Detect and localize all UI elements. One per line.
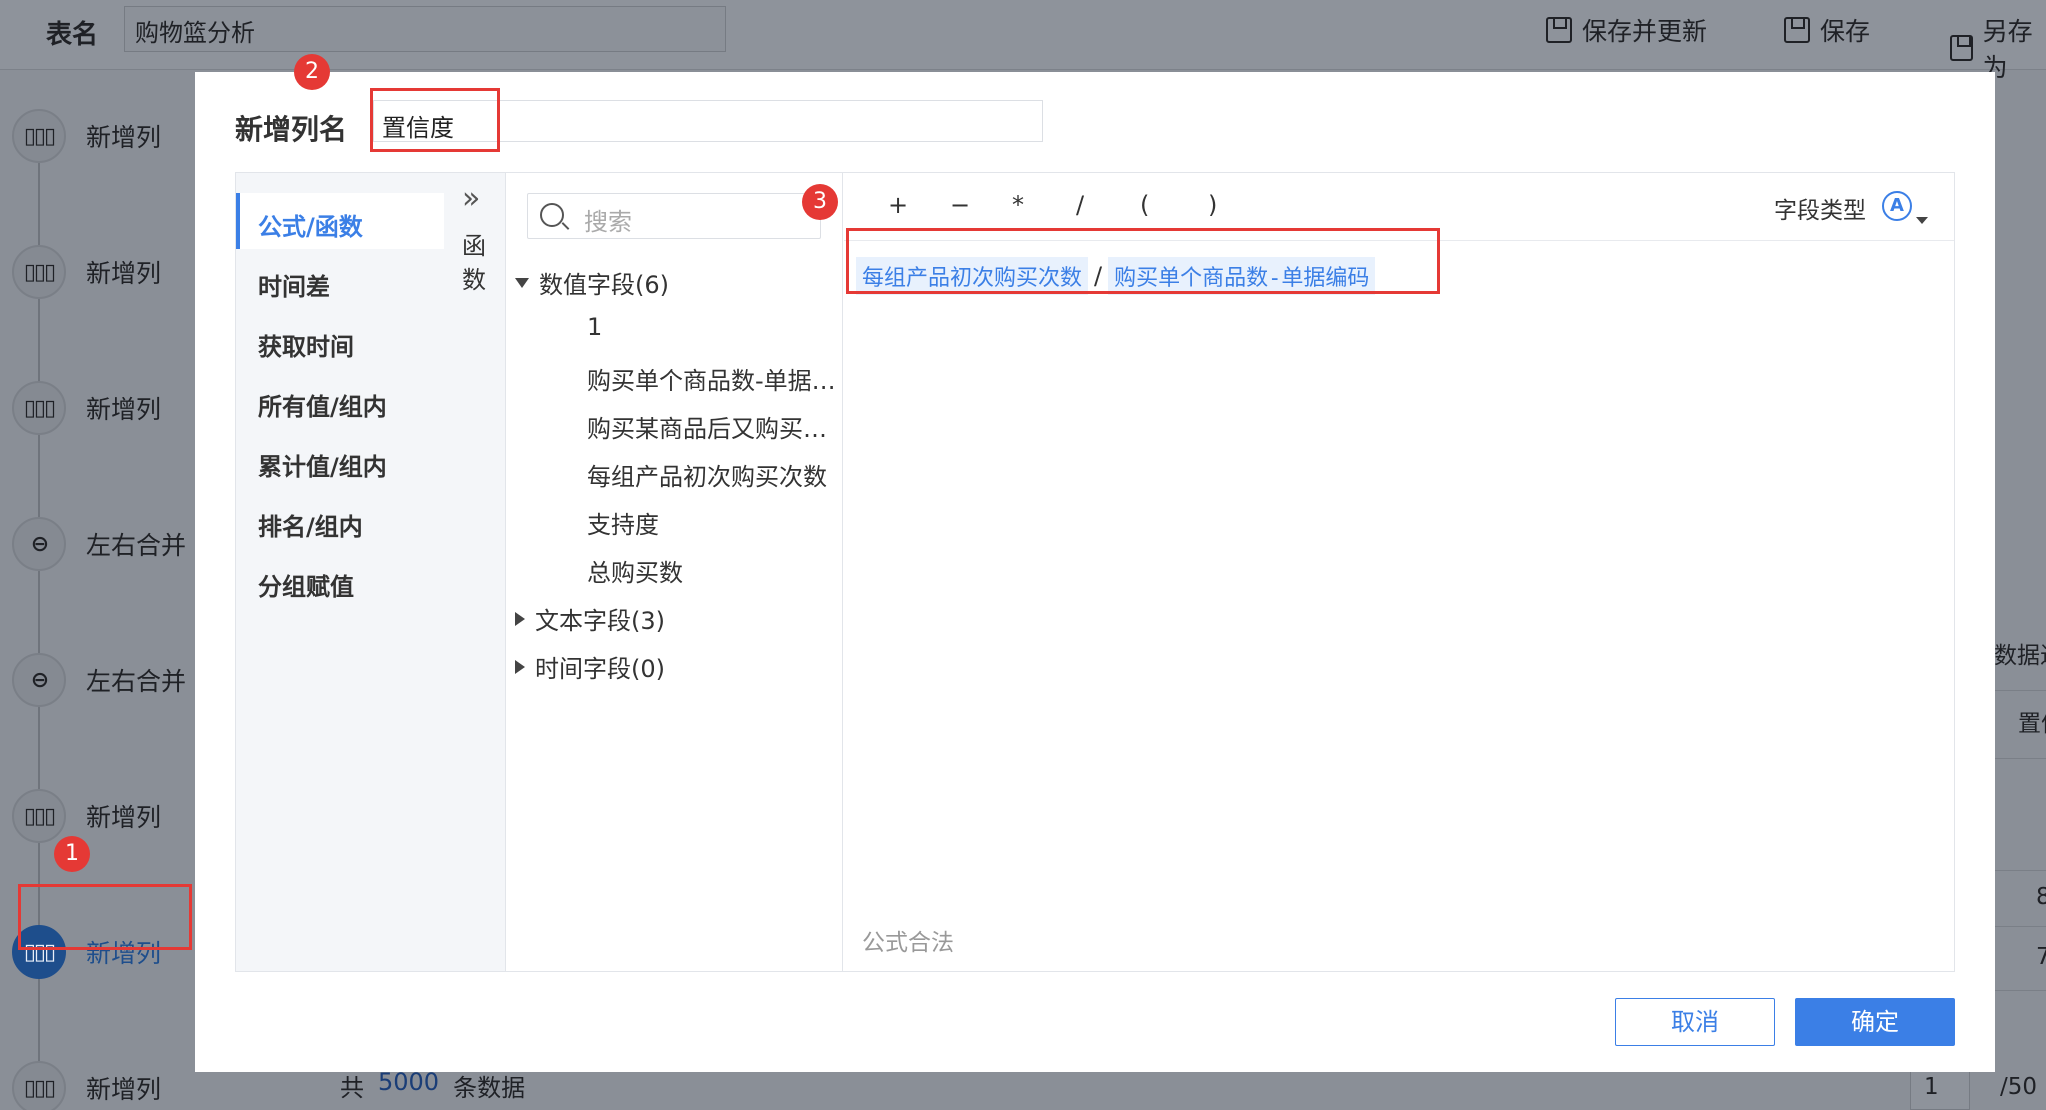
divider [1995,926,2046,927]
annotation-box-3 [846,228,1440,294]
step-label: 左右合并 [86,531,187,560]
page-number: 1 [1924,1074,1939,1100]
merge-icon: ⊖ [12,517,66,571]
bg-text: 8 [2036,884,2046,910]
divider [1995,990,2046,991]
category-list: 公式/函数 时间差 获取时间 所有值/组内 累计值/组内 排名/组内 分组赋值 [236,173,444,971]
field-group-label: 文本字段(3) [535,607,665,635]
caret-right-icon [515,659,525,674]
row-count-value: 5000 [378,1068,440,1096]
save-update-icon [1546,17,1572,43]
annotation-box-2 [370,88,500,152]
column-icon: ▯▯▯ [12,245,66,299]
field-item[interactable]: 总购买数 [587,553,837,588]
bg-text: 7 [2036,944,2046,970]
step-label: 新增列 [86,395,162,424]
step-label: 新增列 [86,259,162,288]
step-item[interactable]: ▯▯▯ 新增列 [12,1060,196,1110]
dialog-title: 新增列名 [235,113,348,146]
category-all-values[interactable]: 所有值/组内 [236,373,444,429]
save-icon [1784,17,1810,43]
divider [1995,758,2046,759]
add-column-dialog: 新增列名 置信度 公式/函数 时间差 获取时间 所有值/组内 累计值/组内 排名… [195,72,1995,1072]
step-item[interactable]: ⊖ 左右合并 [12,652,196,708]
cancel-button[interactable]: 取消 [1615,998,1775,1046]
caret-down-icon [515,277,529,288]
annotation-badge-1: 1 [54,836,90,872]
double-chevron-right-icon[interactable]: » [462,181,480,216]
validation-status: 公式合法 [862,930,954,956]
divide-button[interactable]: / [1076,191,1084,219]
field-group-label: 数值字段(6) [539,271,669,299]
confirm-button[interactable]: 确定 [1795,998,1955,1046]
open-paren-button[interactable]: ( [1140,191,1149,219]
category-cumulative[interactable]: 累计值/组内 [236,433,444,489]
field-item[interactable]: 支持度 [587,505,837,540]
step-label: 新增列 [86,803,162,832]
plus-button[interactable]: + [888,191,908,219]
minus-button[interactable]: − [950,191,970,219]
save-update-button[interactable]: 保存并更新 [1546,12,1707,48]
save-label: 保存 [1820,17,1871,46]
multiply-button[interactable]: * [1012,191,1024,219]
step-item[interactable]: ▯▯▯ 新增列 [12,380,196,436]
footer-prefix: 共 [340,1074,364,1102]
step-label: 新增列 [86,123,162,152]
table-name-label: 表名 [46,20,99,50]
annotation-box-1 [18,884,192,950]
divider [1995,870,2046,871]
field-type-icon[interactable]: A [1882,191,1912,221]
category-rank[interactable]: 排名/组内 [236,493,444,549]
category-time-diff[interactable]: 时间差 [236,253,444,309]
caret-down-icon[interactable] [1916,217,1928,224]
bg-text: 置信 [2018,711,2046,737]
step-item[interactable]: ▯▯▯ 新增列 [12,244,196,300]
step-item[interactable]: ▯▯▯ 新增列 [12,788,196,844]
save-update-label: 保存并更新 [1582,17,1708,46]
category-group-assign[interactable]: 分组赋值 [236,553,444,609]
annotation-badge-2: 2 [294,54,330,90]
annotation-badge-3: 3 [802,184,838,220]
search-placeholder: 搜索 [584,208,632,236]
step-list: ▯▯▯ 新增列 ▯▯▯ 新增列 ▯▯▯ 新增列 ⊖ 左右合并 ⊖ 左右合并 ▯▯▯ 新增列 … [0,70,196,1110]
function-tab[interactable]: » 函数 [444,173,506,971]
page-total: /50 [2000,1074,2038,1100]
close-paren-button[interactable]: ) [1208,191,1217,219]
field-group-time[interactable]: 时间字段(0) [515,649,665,684]
step-item[interactable]: ▯▯▯ 新增列 [12,108,196,164]
column-icon: ▯▯▯ [12,381,66,435]
field-item[interactable]: 购买单个商品数-单据编码 [587,361,837,396]
search-icon [540,203,564,227]
step-label: 新增列 [86,1075,162,1104]
category-get-time[interactable]: 获取时间 [236,313,444,369]
field-item[interactable]: 每组产品初次购买次数 [587,457,837,492]
field-item[interactable]: 1 [587,313,837,341]
field-item[interactable]: 购买某商品后又购买其他商品数 [587,409,837,444]
field-group-numeric[interactable]: 数值字段(6) [515,265,669,300]
field-group-label: 时间字段(0) [535,655,665,683]
step-label: 左右合并 [86,667,187,696]
column-icon: ▯▯▯ [12,109,66,163]
divider [1995,690,2046,691]
footer-suffix: 条数据 [453,1074,526,1102]
field-type-label: 字段类型 [1774,198,1866,224]
function-tab-label: 函数 [462,232,486,294]
page-input[interactable] [1910,1066,1970,1110]
search-input[interactable]: 搜索 [527,193,821,239]
save-button[interactable]: 保存 [1784,12,1870,48]
bg-text: 数据进 [1994,643,2046,669]
merge-icon: ⊖ [12,653,66,707]
step-item[interactable]: ⊖ 左右合并 [12,516,196,572]
column-icon: ▯▯▯ [12,1061,66,1110]
table-name-input[interactable]: 购物篮分析 [124,6,726,52]
row-count: 共 5000 条数据 [340,1068,525,1103]
caret-right-icon [515,611,525,626]
save-as-icon [1950,35,1973,61]
field-group-text[interactable]: 文本字段(3) [515,601,665,636]
field-list: 搜索 数值字段(6) 1 购买单个商品数-单据编码 购买某商品后又购买其他商品数… [507,173,843,971]
column-icon: ▯▯▯ [12,789,66,843]
category-formula[interactable]: 公式/函数 [236,193,444,249]
